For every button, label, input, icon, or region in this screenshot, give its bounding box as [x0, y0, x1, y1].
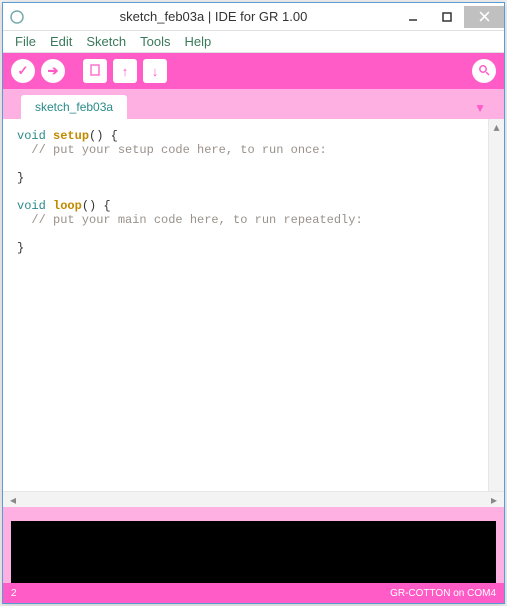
- function-name: loop: [53, 199, 82, 213]
- editor-area: void setup() { // put your setup code he…: [3, 119, 504, 491]
- check-icon: ✓: [18, 63, 29, 79]
- save-button[interactable]: ↓: [143, 59, 167, 83]
- message-bar: [3, 507, 504, 521]
- vertical-scrollbar[interactable]: ▴: [488, 119, 504, 491]
- horizontal-scrollbar[interactable]: ◂ ▸: [3, 491, 504, 507]
- app-icon: [9, 9, 25, 25]
- window-title: sketch_feb03a | IDE for GR 1.00: [31, 9, 396, 24]
- chevron-down-icon: ▼: [474, 101, 486, 115]
- app-window: sketch_feb03a | IDE for GR 1.00 File Edi…: [2, 2, 505, 604]
- open-button[interactable]: ↑: [113, 59, 137, 83]
- minimize-button[interactable]: [396, 6, 430, 28]
- arrow-down-icon: ↓: [152, 64, 159, 79]
- file-icon: [89, 64, 101, 79]
- code-text: () {: [82, 199, 111, 213]
- scroll-up-icon[interactable]: ▴: [489, 119, 504, 135]
- tab-active[interactable]: sketch_feb03a: [21, 95, 127, 119]
- menu-help[interactable]: Help: [178, 32, 217, 51]
- tab-menu-button[interactable]: ▼: [468, 97, 492, 119]
- comment: // put your setup code here, to run once…: [17, 143, 327, 157]
- verify-button[interactable]: ✓: [11, 59, 35, 83]
- menu-file[interactable]: File: [9, 32, 42, 51]
- arrow-up-icon: ↑: [122, 64, 129, 79]
- menu-tools[interactable]: Tools: [134, 32, 176, 51]
- upload-button[interactable]: ➔: [41, 59, 65, 83]
- code-text: }: [17, 241, 24, 255]
- function-name: setup: [53, 129, 89, 143]
- comment: // put your main code here, to run repea…: [17, 213, 363, 227]
- scroll-left-icon[interactable]: ◂: [5, 493, 21, 507]
- keyword: void: [17, 129, 46, 143]
- statusbar: 2 GR-COTTON on COM4: [3, 583, 504, 603]
- code-editor[interactable]: void setup() { // put your setup code he…: [3, 119, 488, 491]
- close-button[interactable]: [464, 6, 504, 28]
- toolbar: ✓ ➔ ↑ ↓: [3, 53, 504, 89]
- menubar: File Edit Sketch Tools Help: [3, 31, 504, 53]
- scroll-right-icon[interactable]: ▸: [486, 493, 502, 507]
- menu-sketch[interactable]: Sketch: [80, 32, 132, 51]
- code-text: () {: [89, 129, 118, 143]
- serial-monitor-button[interactable]: [472, 59, 496, 83]
- window-buttons: [396, 6, 504, 28]
- tabbar: sketch_feb03a ▼: [3, 89, 504, 119]
- console-output[interactable]: [3, 521, 504, 583]
- line-number: 2: [11, 588, 17, 599]
- keyword: void: [17, 199, 46, 213]
- code-text: }: [17, 171, 24, 185]
- titlebar: sketch_feb03a | IDE for GR 1.00: [3, 3, 504, 31]
- menu-edit[interactable]: Edit: [44, 32, 78, 51]
- new-button[interactable]: [83, 59, 107, 83]
- board-port: GR-COTTON on COM4: [390, 588, 496, 599]
- maximize-button[interactable]: [430, 6, 464, 28]
- arrow-right-icon: ➔: [48, 63, 59, 79]
- search-icon: [478, 64, 490, 79]
